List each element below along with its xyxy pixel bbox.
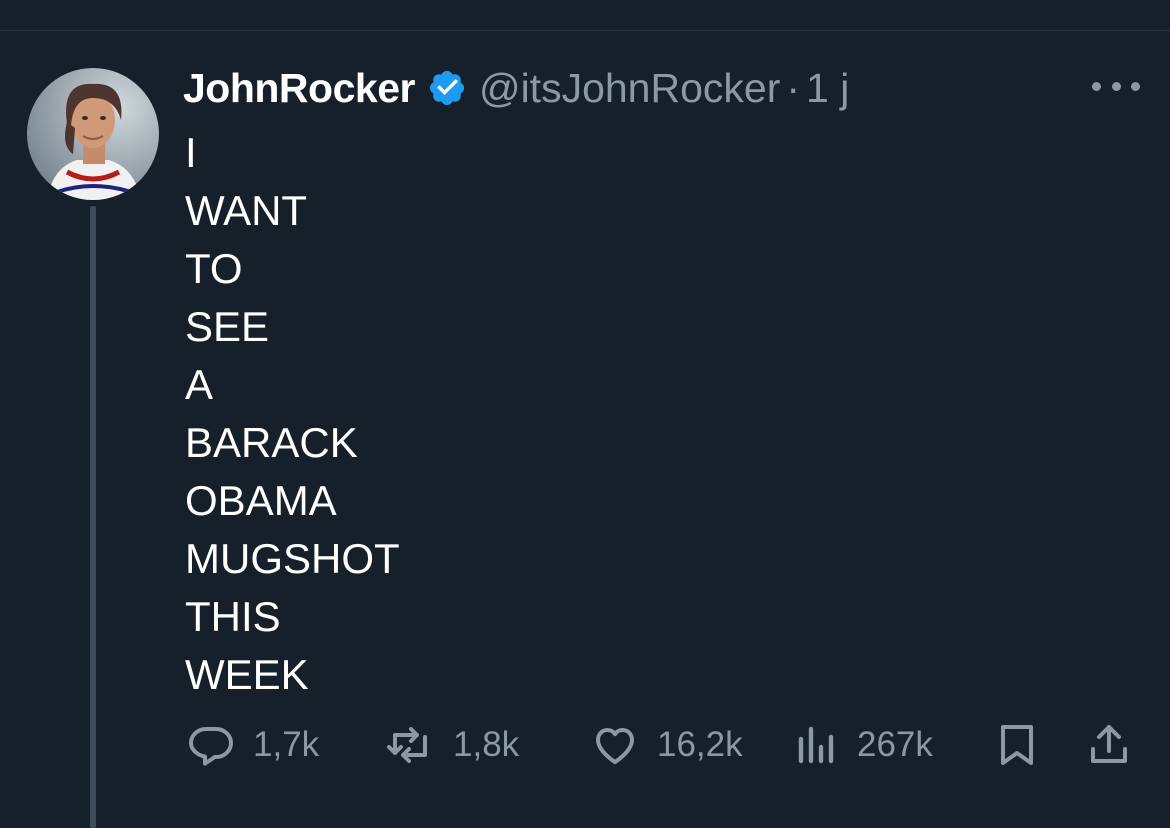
repost-icon — [387, 727, 427, 763]
thread-line — [90, 206, 96, 828]
avatar[interactable] — [27, 68, 159, 200]
tweet-line: WEEK — [185, 651, 309, 698]
tweet-line: I — [185, 129, 197, 176]
views-icon — [798, 726, 834, 764]
action-bar: 1,7k 1,8k 16,2k 267k — [185, 718, 1145, 772]
tweet-header: JohnRocker @itsJohnRocker · 1 j — [183, 62, 849, 114]
timestamp[interactable]: 1 j — [806, 65, 849, 112]
share-button[interactable] — [1085, 718, 1133, 772]
bookmark-button[interactable] — [993, 718, 1041, 772]
heart-icon — [596, 728, 634, 764]
tweet-line: BARACK — [185, 419, 358, 466]
tweet-line: OBAMA — [185, 477, 337, 524]
more-icon[interactable] — [1092, 78, 1140, 94]
tweet-line: A — [185, 361, 214, 408]
top-divider — [0, 30, 1170, 31]
share-icon — [1091, 725, 1127, 763]
reply-button[interactable]: 1,7k — [187, 718, 319, 772]
views-count: 267k — [857, 725, 933, 764]
repost-count: 1,8k — [453, 725, 520, 764]
tweet-line: MUGSHOT — [185, 535, 400, 582]
like-count: 16,2k — [657, 725, 743, 764]
tweet-line: TO — [185, 245, 243, 292]
reply-count: 1,7k — [253, 725, 320, 764]
separator-dot: · — [786, 64, 801, 111]
reply-icon — [189, 727, 233, 766]
display-name[interactable]: JohnRocker — [183, 65, 415, 112]
views-button[interactable]: 267k — [793, 718, 933, 772]
verified-badge-icon[interactable] — [427, 68, 467, 108]
tweet-line: WANT — [185, 187, 308, 234]
like-button[interactable]: 16,2k — [591, 718, 743, 772]
tweet-screen: JohnRocker @itsJohnRocker · 1 j I WANT T… — [0, 0, 1170, 828]
tweet-line: THIS — [185, 593, 281, 640]
bookmark-icon — [1001, 725, 1033, 765]
tweet-text: I WANT TO SEE A BARACK OBAMA MUGSHOT THI… — [185, 124, 400, 704]
handle[interactable]: @itsJohnRocker — [479, 65, 780, 112]
tweet-line: SEE — [185, 303, 270, 350]
repost-button[interactable]: 1,8k — [385, 718, 519, 772]
